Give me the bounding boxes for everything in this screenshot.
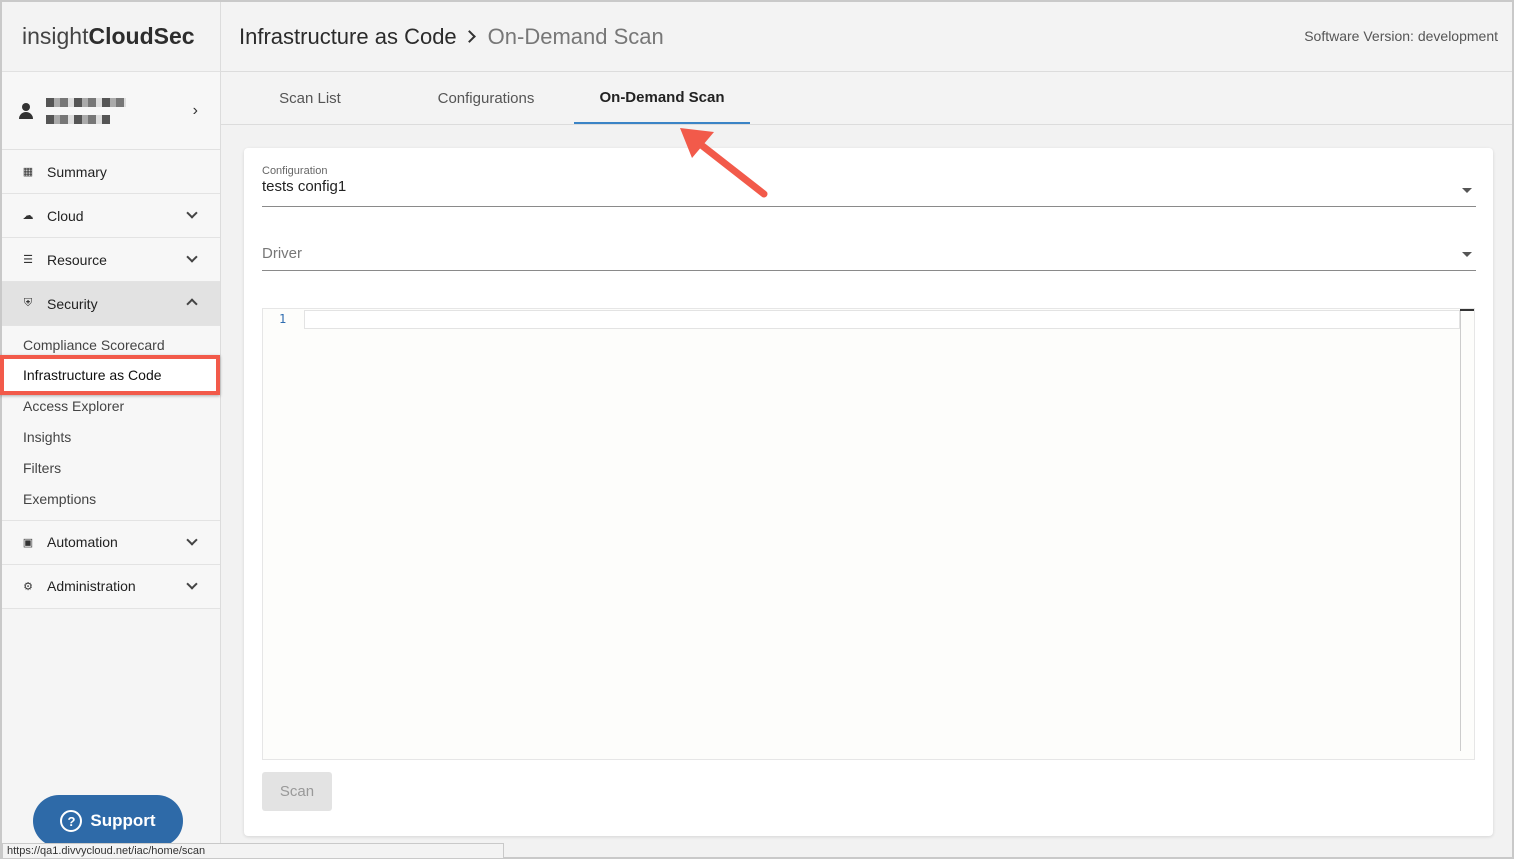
sidebar-item-automation[interactable]: ▣ Automation: [2, 520, 220, 565]
driver-select[interactable]: Driver: [262, 245, 1476, 271]
configuration-select[interactable]: Configuration tests config1: [262, 165, 1476, 207]
tab-configurations[interactable]: Configurations: [399, 72, 573, 124]
gear-icon: ⚙: [23, 580, 33, 593]
sidebar: insight CloudSec › ▦ Summary ☁ Cloud ☰ Re…: [0, 2, 221, 857]
cloud-icon: ☁: [22, 210, 34, 222]
line-number: 1: [279, 312, 287, 326]
support-label: Support: [90, 811, 156, 830]
sidebar-item-resource[interactable]: ☰ Resource: [2, 238, 220, 282]
chevron-right-icon[interactable]: ›: [193, 102, 198, 120]
sidebar-item-summary[interactable]: ▦ Summary: [2, 150, 220, 194]
lock-icon: ▣: [22, 536, 34, 549]
page-header: Infrastructure as Code On-Demand Scan So…: [221, 2, 1512, 72]
sidebar-nav: ▦ Summary ☁ Cloud ☰ Resource ⛨ Security …: [0, 150, 220, 609]
tab-on-demand-scan[interactable]: On-Demand Scan: [574, 72, 750, 124]
software-version: Software Version: development: [1304, 28, 1498, 44]
sidebar-item-label: Resource: [47, 251, 107, 268]
user-menu[interactable]: ›: [2, 72, 220, 150]
app-logo[interactable]: insight CloudSec: [2, 2, 220, 72]
configuration-label: Configuration: [262, 165, 328, 177]
editor-scrollbar-thumb[interactable]: [1460, 309, 1474, 311]
sidebar-item-label: Summary: [47, 163, 107, 180]
sidebar-item-label: Automation: [47, 534, 118, 551]
sidebar-item-label: Cloud: [47, 207, 84, 224]
breadcrumb-section[interactable]: Infrastructure as Code: [239, 24, 457, 50]
sidebar-subitem-filters[interactable]: Filters: [2, 452, 220, 483]
tab-bar: Scan List Configurations On-Demand Scan: [221, 72, 1512, 125]
sidebar-item-label: Administration: [47, 578, 136, 595]
sidebar-item-label: Security: [47, 295, 98, 312]
sidebar-item-cloud[interactable]: ☁ Cloud: [2, 194, 220, 238]
driver-placeholder: Driver: [262, 245, 302, 262]
chevron-up-icon: [186, 298, 198, 310]
sidebar-item-administration[interactable]: ⚙ Administration: [2, 564, 220, 609]
shield-icon: ⛨: [23, 297, 33, 309]
chevron-down-icon: [186, 534, 198, 546]
chevron-right-icon: [462, 30, 476, 43]
sidebar-subitem-exemptions[interactable]: Exemptions: [2, 483, 220, 514]
sidebar-subitem-insights[interactable]: Insights: [2, 422, 220, 453]
security-submenu: Compliance Scorecard Infrastructure as C…: [0, 326, 220, 521]
help-icon: ?: [60, 810, 83, 832]
logo-text-bold: CloudSec: [88, 23, 195, 49]
tab-scan-list[interactable]: Scan List: [231, 72, 389, 124]
sidebar-subitem-infrastructure-as-code[interactable]: Infrastructure as Code: [0, 354, 220, 395]
on-demand-scan-form: Configuration tests config1 Driver 1 Sca…: [244, 148, 1493, 836]
support-button[interactable]: ? Support: [33, 795, 183, 847]
logo-text-light: insight: [22, 23, 89, 49]
sidebar-subitem-access-explorer[interactable]: Access Explorer: [2, 391, 220, 422]
user-name-redacted: [46, 97, 126, 124]
dashboard-icon: ▦: [22, 166, 34, 178]
chevron-down-icon: [186, 251, 198, 263]
status-bar-url: https://qa1.divvycloud.net/iac/home/scan: [2, 843, 504, 859]
list-icon: ☰: [23, 254, 33, 266]
editor-current-line[interactable]: [304, 310, 1460, 329]
scan-button[interactable]: Scan: [262, 772, 332, 811]
sidebar-item-security[interactable]: ⛨ Security: [2, 282, 220, 326]
chevron-down-icon: [186, 207, 198, 219]
dropdown-caret-icon: [1462, 252, 1472, 257]
user-icon: [18, 102, 34, 119]
code-editor[interactable]: 1: [262, 308, 1475, 760]
breadcrumb-page: On-Demand Scan: [487, 23, 664, 49]
dropdown-caret-icon: [1462, 188, 1472, 193]
editor-scrollbar[interactable]: [1460, 309, 1461, 751]
annotation-arrow: [680, 128, 768, 198]
chevron-down-icon: [186, 578, 198, 590]
editor-gutter: 1: [263, 309, 303, 759]
configuration-value: tests config1: [262, 178, 347, 195]
